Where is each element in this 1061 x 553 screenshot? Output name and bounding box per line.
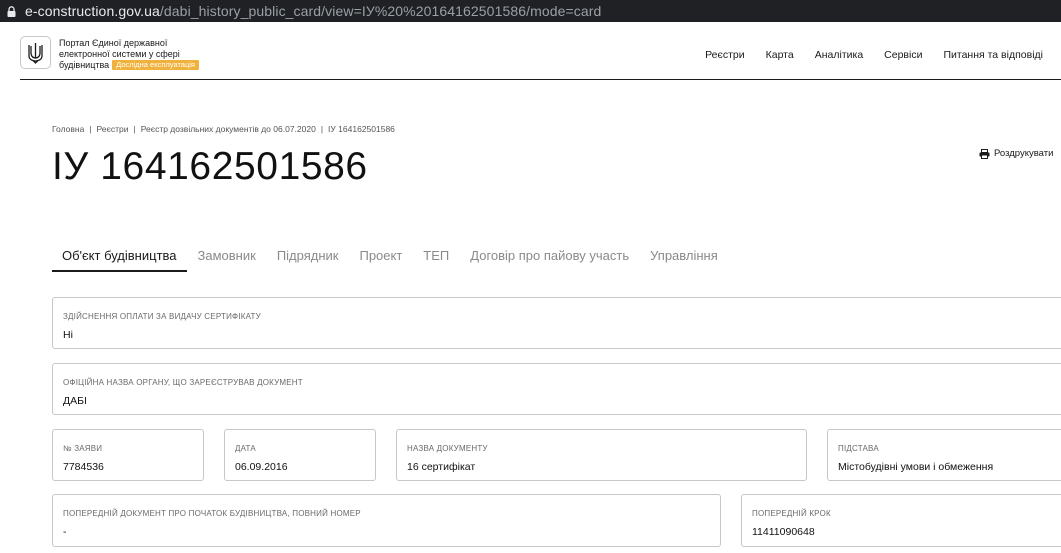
print-button[interactable]: Роздрукувати [979, 148, 1053, 159]
nav-registries[interactable]: Реєстри [705, 49, 745, 61]
field-label: Підстава [838, 444, 879, 453]
field-date: Дата 06.09.2016 [224, 429, 376, 481]
field-label: Назва документу [407, 444, 488, 453]
field-label: № заяви [63, 444, 103, 453]
field-basis: Підстава Містобудівні умови і обмеження [827, 429, 1061, 481]
breadcrumb-separator: | [89, 124, 92, 134]
portal-title-line-3: будівництва [59, 60, 110, 70]
field-document-name: Назва документу 16 сертифікат [396, 429, 807, 481]
top-nav: Реєстри Карта Аналітика Сервіси Питання … [684, 49, 1043, 61]
nav-faq[interactable]: Питання та відповіді [943, 49, 1043, 61]
print-label: Роздрукувати [994, 148, 1054, 159]
field-value: 7784536 [63, 461, 104, 473]
tab-construction-object[interactable]: Об'єкт будівництва [52, 248, 187, 272]
tab-project[interactable]: Проект [349, 248, 412, 272]
field-label: Попередній крок [752, 509, 831, 518]
field-previous-step: Попередній крок 11411090648 [741, 494, 1061, 547]
field-payment: Здійснення оплати за видачу сертифікату … [52, 297, 1061, 349]
trial-badge: Дослідна експлуатація [112, 60, 199, 70]
tab-management[interactable]: Управління [640, 248, 728, 272]
portal-title-line-1: Портал Єдиної державної [59, 38, 168, 48]
tab-contractor[interactable]: Підрядник [267, 248, 349, 272]
url-path: /dabi_history_public_card/view=ІУ%20%201… [159, 3, 602, 19]
portal-header: Портал Єдиної державної електронної сист… [20, 36, 1061, 80]
trident-logo-icon[interactable] [20, 36, 51, 69]
tab-bar: Об'єкт будівництва Замовник Підрядник Пр… [52, 248, 729, 272]
field-value: 11411090648 [752, 526, 815, 538]
breadcrumb-current: ІУ 164162501586 [328, 124, 395, 134]
page-title: ІУ 164162501586 [52, 145, 368, 188]
breadcrumb-registries[interactable]: Реєстри [97, 124, 129, 134]
field-value: ДАБІ [63, 395, 87, 407]
field-authority: Офіційна назва органу, що зареєстрував д… [52, 363, 1061, 415]
field-value: 06.09.2016 [235, 461, 288, 473]
field-label: Дата [235, 444, 256, 453]
nav-analytics[interactable]: Аналітика [815, 49, 863, 61]
field-value: 16 сертифікат [407, 461, 476, 473]
breadcrumb-separator: | [133, 124, 136, 134]
browser-address-bar[interactable]: e-construction.gov.ua/dabi_history_publi… [0, 0, 1061, 22]
tab-customer[interactable]: Замовник [188, 248, 266, 272]
field-value: Ні [63, 329, 73, 341]
url-host: e-construction.gov.ua [25, 3, 160, 19]
tab-tep[interactable]: ТЕП [413, 248, 459, 272]
breadcrumb: Головна | Реєстри | Реєстр дозвільних до… [52, 124, 395, 134]
lock-icon [7, 5, 16, 17]
printer-icon [979, 148, 990, 159]
tab-equity-agreement[interactable]: Договір про пайову участь [460, 248, 639, 272]
field-value: Містобудівні умови і обмеження [838, 461, 994, 473]
field-value: - [63, 526, 67, 538]
portal-title[interactable]: Портал Єдиної державної електронної сист… [59, 38, 239, 71]
breadcrumb-registry[interactable]: Реєстр дозвільних документів до 06.07.20… [141, 124, 316, 134]
nav-services[interactable]: Сервіси [884, 49, 922, 61]
breadcrumb-separator: | [320, 124, 324, 134]
breadcrumb-home[interactable]: Головна [52, 124, 84, 134]
nav-map[interactable]: Карта [766, 49, 794, 61]
field-label: Офіційна назва органу, що зареєстрував д… [63, 378, 303, 387]
field-previous-document: Попередній документ про початок будівниц… [52, 494, 721, 547]
field-label: Здійснення оплати за видачу сертифікату [63, 312, 261, 321]
url-text[interactable]: e-construction.gov.ua/dabi_history_publi… [25, 3, 601, 19]
field-label: Попередній документ про початок будівниц… [63, 509, 361, 518]
portal-title-line-2: електронної системи у сфері [59, 49, 180, 59]
field-application-number: № заяви 7784536 [52, 429, 204, 481]
